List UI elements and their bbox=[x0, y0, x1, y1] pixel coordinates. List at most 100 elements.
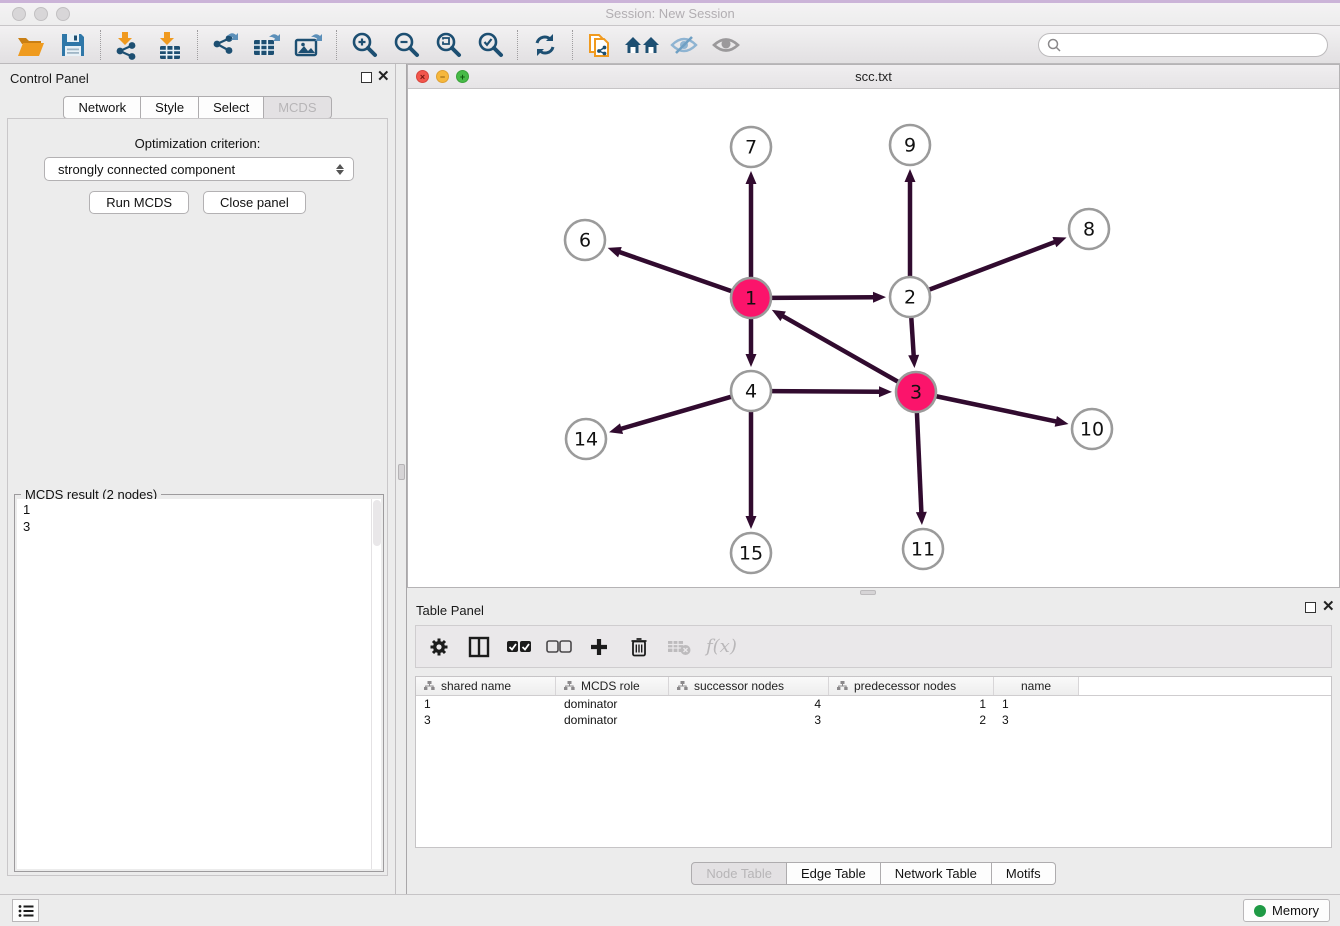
toolbar-separator bbox=[197, 30, 198, 60]
column-header-name[interactable]: name bbox=[994, 677, 1079, 695]
tab-network[interactable]: Network bbox=[63, 96, 141, 119]
eye-slash-icon bbox=[669, 33, 699, 57]
table-cell[interactable]: 4 bbox=[669, 696, 829, 712]
arrowhead-icon bbox=[908, 355, 919, 368]
graph-edge-2-3[interactable] bbox=[911, 317, 914, 357]
float-panel-icon[interactable] bbox=[361, 72, 372, 83]
search-box[interactable] bbox=[1038, 33, 1328, 57]
table-body[interactable]: 1dominator4113dominator323 bbox=[416, 696, 1331, 728]
tab-edge-table[interactable]: Edge Table bbox=[787, 862, 881, 885]
import-network-button[interactable] bbox=[107, 28, 149, 62]
network-graph[interactable]: 7968124314101511 bbox=[408, 89, 1339, 587]
tab-motifs[interactable]: Motifs bbox=[992, 862, 1056, 885]
graph-edge-3-10[interactable] bbox=[936, 396, 1058, 422]
add-column-button[interactable] bbox=[586, 634, 612, 660]
table-toolbar: f(x) bbox=[415, 625, 1332, 668]
result-scrollbar[interactable] bbox=[371, 499, 381, 869]
arrowhead-icon bbox=[608, 247, 622, 257]
table-header-row[interactable]: shared nameMCDS rolesuccessor nodesprede… bbox=[416, 677, 1331, 696]
splitter-grip[interactable] bbox=[398, 464, 405, 480]
table-cell[interactable]: 2 bbox=[829, 712, 994, 728]
graph-edge-3-11[interactable] bbox=[917, 412, 922, 514]
network-canvas[interactable]: 7968124314101511 bbox=[408, 89, 1339, 587]
graph-edge-4-14[interactable] bbox=[620, 397, 732, 430]
splitter-grip[interactable] bbox=[860, 590, 876, 595]
split-view-button[interactable] bbox=[466, 634, 492, 660]
export-network-button[interactable] bbox=[204, 28, 246, 62]
horizontal-splitter[interactable] bbox=[407, 588, 1340, 596]
delete-column-button[interactable] bbox=[626, 634, 652, 660]
graph-edge-1-6[interactable] bbox=[618, 252, 732, 292]
table-cell[interactable]: 1 bbox=[994, 696, 1079, 712]
criterion-dropdown[interactable]: strongly connected component bbox=[44, 157, 354, 181]
control-panel-tabs: NetworkStyleSelectMCDS bbox=[0, 96, 395, 119]
hide-selected-button[interactable] bbox=[663, 28, 705, 62]
export-table-button[interactable] bbox=[246, 28, 288, 62]
tab-mcds[interactable]: MCDS bbox=[264, 96, 331, 119]
import-table-icon bbox=[157, 30, 183, 60]
tab-network-table[interactable]: Network Table bbox=[881, 862, 992, 885]
unselect-all-button[interactable] bbox=[546, 634, 572, 660]
mcds-result-text[interactable]: 1 3 bbox=[17, 499, 371, 869]
table-cell[interactable]: 1 bbox=[416, 696, 556, 712]
network-window-titlebar: × − + scc.txt bbox=[408, 65, 1339, 89]
graph-edge-1-2[interactable] bbox=[771, 297, 875, 298]
tab-select[interactable]: Select bbox=[199, 96, 264, 119]
zoom-selected-icon bbox=[476, 31, 504, 59]
close-panel-icon[interactable]: ✕ bbox=[377, 68, 390, 86]
memory-button[interactable]: Memory bbox=[1243, 899, 1330, 922]
table-cell[interactable]: 3 bbox=[416, 712, 556, 728]
table-cell[interactable]: 3 bbox=[669, 712, 829, 728]
table-cell[interactable]: dominator bbox=[556, 712, 669, 728]
table-settings-button[interactable] bbox=[426, 634, 452, 660]
table-cell[interactable]: 1 bbox=[829, 696, 994, 712]
eye-icon bbox=[711, 33, 741, 57]
show-all-button[interactable] bbox=[705, 28, 747, 62]
zoom-selected-button[interactable] bbox=[469, 28, 511, 62]
open-session-button[interactable] bbox=[10, 28, 52, 62]
table-row[interactable]: 3dominator323 bbox=[416, 712, 1331, 728]
memory-label: Memory bbox=[1272, 903, 1319, 918]
arrowhead-icon bbox=[905, 169, 916, 182]
zoom-out-button[interactable] bbox=[385, 28, 427, 62]
column-header-successor-nodes[interactable]: successor nodes bbox=[669, 677, 829, 695]
graph-edge-2-8[interactable] bbox=[929, 241, 1057, 289]
column-header-predecessor-nodes[interactable]: predecessor nodes bbox=[829, 677, 994, 695]
zoom-fit-button[interactable] bbox=[427, 28, 469, 62]
column-header-MCDS-role[interactable]: MCDS role bbox=[556, 677, 669, 695]
task-history-button[interactable] bbox=[12, 899, 39, 922]
select-all-button[interactable] bbox=[506, 634, 532, 660]
close-panel-button[interactable]: Close panel bbox=[203, 191, 306, 214]
node-table[interactable]: shared nameMCDS rolesuccessor nodesprede… bbox=[415, 676, 1332, 848]
vertical-splitter[interactable] bbox=[395, 64, 407, 894]
table-row[interactable]: 1dominator411 bbox=[416, 696, 1331, 712]
mcds-home-button[interactable] bbox=[621, 28, 663, 62]
close-table-panel-icon[interactable]: ✕ bbox=[1322, 598, 1335, 616]
import-table-button[interactable] bbox=[149, 28, 191, 62]
graph-edge-3-1[interactable] bbox=[781, 315, 898, 382]
column-header-shared-name[interactable]: shared name bbox=[416, 677, 556, 695]
double-home-icon bbox=[624, 32, 660, 58]
refresh-layout-button[interactable] bbox=[524, 28, 566, 62]
run-mcds-button[interactable]: Run MCDS bbox=[89, 191, 189, 214]
float-table-panel-icon[interactable] bbox=[1305, 602, 1316, 613]
table-cell[interactable]: 3 bbox=[994, 712, 1079, 728]
unchecked-boxes-icon bbox=[546, 640, 572, 654]
clone-network-button[interactable] bbox=[579, 28, 621, 62]
search-input[interactable] bbox=[1067, 38, 1319, 52]
export-image-button[interactable] bbox=[288, 28, 330, 62]
tab-node-table[interactable]: Node Table bbox=[691, 862, 787, 885]
window-title: Session: New Session bbox=[0, 6, 1340, 21]
arrowhead-icon bbox=[873, 292, 886, 303]
zoom-in-button[interactable] bbox=[343, 28, 385, 62]
table-cell[interactable]: dominator bbox=[556, 696, 669, 712]
graph-node-label: 3 bbox=[910, 382, 922, 404]
graph-node-label: 10 bbox=[1080, 419, 1104, 441]
save-session-button[interactable] bbox=[52, 28, 94, 62]
tab-style[interactable]: Style bbox=[141, 96, 199, 119]
graph-node-label: 6 bbox=[579, 230, 591, 252]
import-network-icon bbox=[114, 30, 142, 60]
graph-edge-4-3[interactable] bbox=[771, 391, 881, 392]
zoom-in-icon bbox=[350, 31, 378, 59]
table-panel: Table Panel ✕ bbox=[407, 596, 1340, 894]
